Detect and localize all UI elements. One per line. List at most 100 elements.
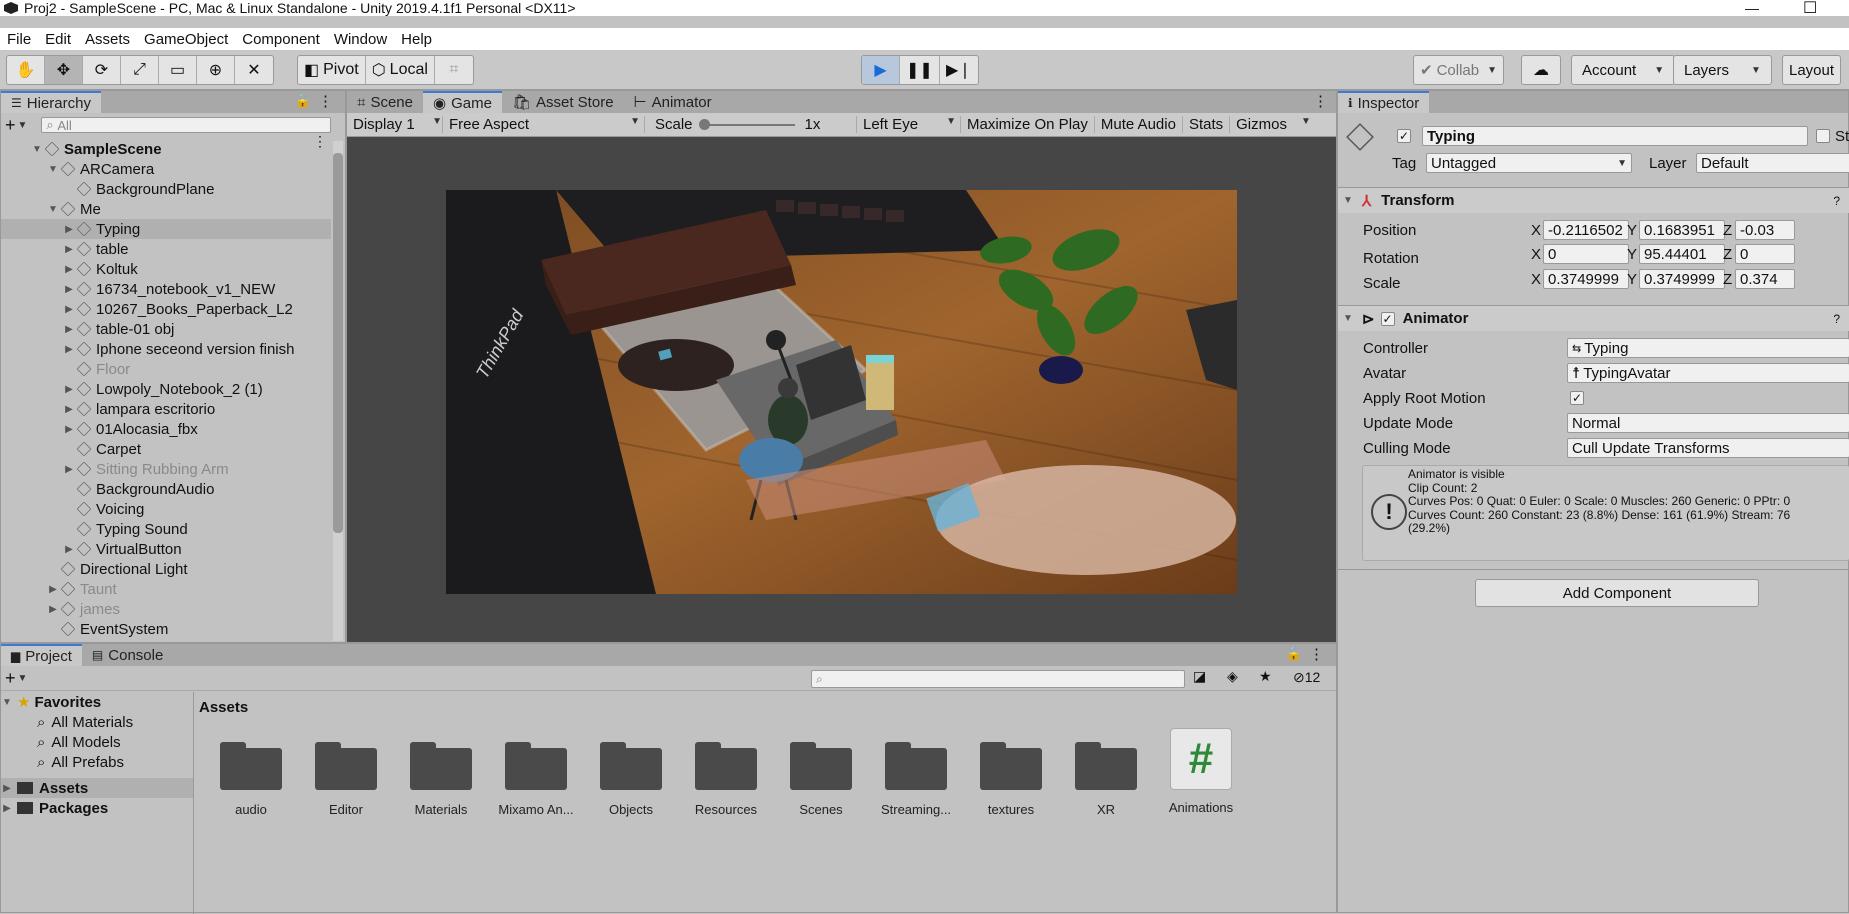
- asset-folder[interactable]: Resources: [681, 740, 771, 817]
- project-create-plus-icon[interactable]: +: [5, 668, 16, 689]
- asset-folder[interactable]: Objects: [586, 740, 676, 817]
- hierarchy-search-input[interactable]: ⌕ All: [41, 117, 332, 133]
- animator-enabled-checkbox[interactable]: ✓: [1380, 311, 1395, 326]
- asset-folder[interactable]: textures: [966, 740, 1056, 817]
- position-y-axis-label[interactable]: Y: [1627, 222, 1637, 239]
- hierarchy-item[interactable]: ▶ 10267_Books_Paperback_L2: [1, 299, 331, 319]
- menu-component[interactable]: Component: [235, 31, 327, 48]
- custom-tool-icon[interactable]: ✕: [235, 56, 273, 84]
- expand-arrow-icon[interactable]: ▶: [47, 584, 59, 595]
- animator-help-icon[interactable]: ?: [1833, 312, 1840, 326]
- expand-arrow-icon[interactable]: ▶: [63, 304, 75, 315]
- expand-arrow-icon[interactable]: ▶: [47, 604, 59, 615]
- search-by-label-icon[interactable]: ◈: [1227, 668, 1238, 685]
- hierarchy-item[interactable]: ▶ Iphone seceond version finish: [1, 339, 331, 359]
- pivot-button[interactable]: ◧ Pivot: [298, 56, 366, 84]
- favorite-star-icon[interactable]: ★: [1259, 668, 1272, 685]
- scale-tool-icon[interactable]: ⤢: [121, 56, 159, 84]
- object-name-field[interactable]: Typing: [1422, 126, 1808, 146]
- hierarchy-item[interactable]: ▶ james: [1, 599, 331, 619]
- expand-arrow-icon[interactable]: ▶: [63, 284, 75, 295]
- hierarchy-item[interactable]: ▶ VirtualButton: [1, 539, 331, 559]
- asset-folder[interactable]: XR: [1061, 740, 1151, 817]
- project-lock-icon[interactable]: 🔒: [1286, 646, 1302, 662]
- move-tool-icon[interactable]: ✥: [45, 56, 83, 84]
- collapse-arrow-icon[interactable]: ▼: [31, 144, 43, 155]
- hierarchy-item[interactable]: ▶ 16734_notebook_v1_NEW: [1, 279, 331, 299]
- expand-arrow-icon[interactable]: ▶: [63, 264, 75, 275]
- play-icon[interactable]: ▶: [862, 56, 900, 84]
- scale-y-axis-label[interactable]: Y: [1627, 271, 1637, 288]
- hand-tool-icon[interactable]: ✋: [7, 56, 45, 84]
- hierarchy-item[interactable]: ▶ Typing: [1, 219, 331, 239]
- expand-arrow-icon[interactable]: ▶: [63, 544, 75, 555]
- create-dropdown-icon[interactable]: ▼: [18, 120, 28, 131]
- scale-slider[interactable]: [698, 118, 795, 130]
- lock-icon[interactable]: 🔒: [295, 93, 311, 109]
- expand-arrow-icon[interactable]: ▶: [63, 464, 75, 475]
- asset-folder[interactable]: Scenes: [776, 740, 866, 817]
- rotate-tool-icon[interactable]: ⟳: [83, 56, 121, 84]
- kebab-menu-icon[interactable]: ⋮: [318, 92, 333, 110]
- hierarchy-item[interactable]: ▼ Me: [1, 199, 331, 219]
- apply-root-motion-checkbox[interactable]: ✓: [1570, 391, 1584, 405]
- hierarchy-item[interactable]: Carpet: [1, 439, 331, 459]
- hierarchy-item[interactable]: ▶ table: [1, 239, 331, 259]
- collapse-arrow-icon[interactable]: ▼: [47, 204, 59, 215]
- search-by-type-icon[interactable]: ◪: [1193, 668, 1206, 685]
- add-component-button[interactable]: Add Component: [1475, 579, 1759, 607]
- hierarchy-item[interactable]: Voicing: [1, 499, 331, 519]
- rotation-y-field[interactable]: 95.44401: [1639, 244, 1725, 264]
- snap-grid-icon[interactable]: ⌗: [435, 56, 473, 84]
- asset-folder[interactable]: Streaming...: [871, 740, 961, 817]
- favorite-item[interactable]: ⌕ All Materials: [1, 712, 193, 732]
- position-x-axis-label[interactable]: X: [1531, 222, 1541, 239]
- assets-root-row[interactable]: ▶ Assets: [1, 778, 193, 798]
- collab-dropdown[interactable]: ✔ Collab ▼: [1413, 55, 1505, 85]
- hierarchy-item[interactable]: BackgroundAudio: [1, 479, 331, 499]
- minimize-icon[interactable]: —: [1745, 0, 1759, 16]
- menu-window[interactable]: Window: [327, 31, 394, 48]
- tab-console[interactable]: ▤ Console: [82, 644, 173, 666]
- hierarchy-item[interactable]: ▶ Sitting Rubbing Arm: [1, 459, 331, 479]
- assets-expand-icon[interactable]: ▶: [1, 783, 13, 794]
- local-button[interactable]: ⬡ Local: [366, 56, 435, 84]
- favorites-fold-icon[interactable]: ▼: [1, 697, 13, 708]
- hierarchy-scrollbar[interactable]: [333, 141, 343, 641]
- tag-dropdown[interactable]: Untagged ▼: [1426, 153, 1632, 173]
- packages-expand-icon[interactable]: ▶: [1, 803, 13, 814]
- asset-script[interactable]: # Animations: [1156, 728, 1246, 815]
- favorite-item[interactable]: ⌕ All Prefabs: [1, 752, 193, 772]
- expand-arrow-icon[interactable]: ▶: [63, 424, 75, 435]
- stats-toggle[interactable]: Stats: [1183, 116, 1231, 133]
- expand-arrow-icon[interactable]: ▶: [63, 344, 75, 355]
- asset-folder[interactable]: Mixamo An...: [491, 740, 581, 817]
- hierarchy-item[interactable]: ▶ Koltuk: [1, 259, 331, 279]
- layers-dropdown[interactable]: Layers ▼: [1673, 55, 1772, 85]
- hierarchy-item[interactable]: ▼ SampleScene: [1, 139, 331, 159]
- hierarchy-item[interactable]: ▶ Lowpoly_Notebook_2 (1): [1, 379, 331, 399]
- rotation-x-field[interactable]: 0: [1543, 244, 1629, 264]
- tab-game[interactable]: ◉ Game: [423, 91, 502, 113]
- menu-gameobject[interactable]: GameObject: [137, 31, 235, 48]
- mute-audio-toggle[interactable]: Mute Audio: [1095, 116, 1183, 133]
- hierarchy-item[interactable]: Directional Light: [1, 559, 331, 579]
- rotation-z-field[interactable]: 0: [1735, 244, 1795, 264]
- project-search-input[interactable]: ⌕: [811, 670, 1185, 688]
- hierarchy-item[interactable]: ▶ Taunt: [1, 579, 331, 599]
- hierarchy-item[interactable]: EventSystem: [1, 619, 331, 639]
- scale-z-axis-label[interactable]: Z: [1723, 271, 1732, 288]
- tab-asset-store[interactable]: 🛍 Asset Store: [502, 91, 624, 113]
- position-x-field[interactable]: -0.2116502: [1543, 220, 1629, 240]
- hierarchy-item[interactable]: ▶ 01Alocasia_fbx: [1, 419, 331, 439]
- hierarchy-item[interactable]: Floor: [1, 359, 331, 379]
- update-mode-dropdown[interactable]: Normal: [1567, 413, 1849, 433]
- expand-arrow-icon[interactable]: ▶: [63, 384, 75, 395]
- menu-file[interactable]: File: [0, 31, 38, 48]
- transform-header[interactable]: ▼ ⅄ Transform ?: [1338, 187, 1849, 213]
- game-kebab-icon[interactable]: ⋮: [1313, 92, 1328, 110]
- menu-assets[interactable]: Assets: [78, 31, 137, 48]
- layer-dropdown[interactable]: Default: [1696, 153, 1849, 173]
- scene-kebab-icon[interactable]: ⋮: [313, 133, 327, 150]
- scale-x-axis-label[interactable]: X: [1531, 271, 1541, 288]
